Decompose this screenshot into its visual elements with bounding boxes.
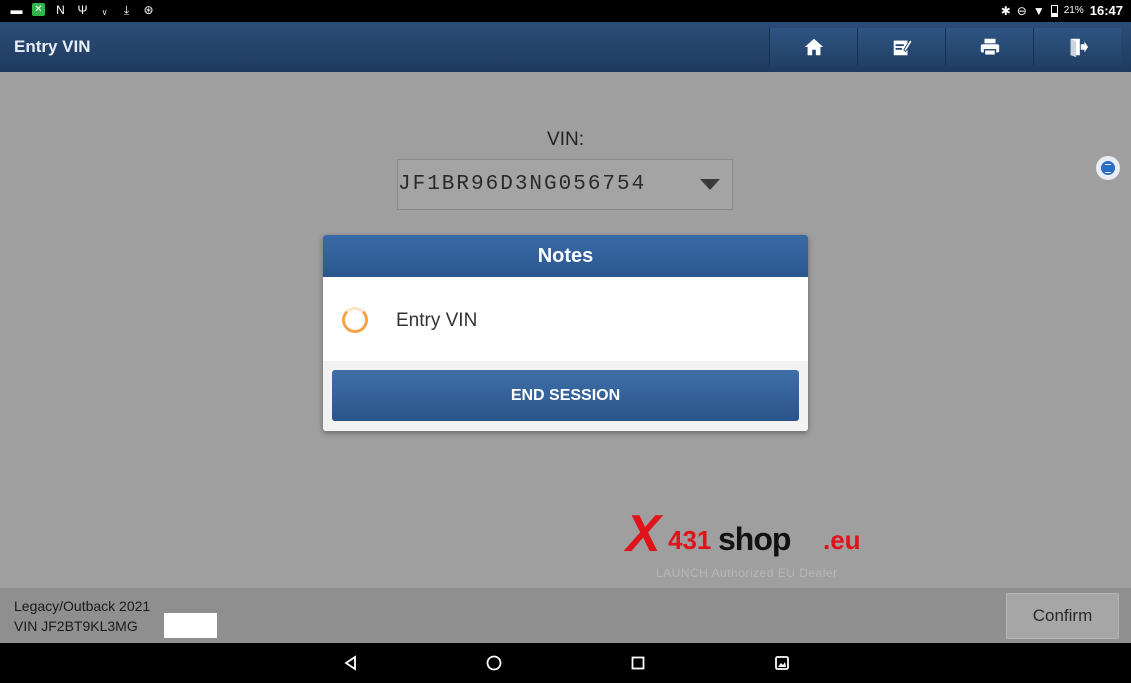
print-button[interactable] (945, 28, 1033, 66)
bluetooth-badge-icon: ⊛ (143, 2, 154, 17)
dialog-body: Entry VIN (323, 277, 808, 361)
end-session-button[interactable]: END SESSION (332, 370, 799, 421)
loading-spinner-icon (342, 307, 368, 333)
bluetooth-icon: ✱ (1000, 3, 1011, 18)
watermark-x: X (626, 505, 661, 563)
screenshot-button[interactable] (769, 651, 795, 675)
status-bar: ▬ ✕ N Ψ ᵥ ⤓ ⊛ ✱ ⊖ ▼ 21% 16:47 (0, 0, 1131, 22)
watermark-domain: .eu (823, 525, 861, 555)
recents-button[interactable] (625, 651, 651, 675)
home-icon (804, 38, 823, 56)
back-button[interactable] (338, 651, 364, 675)
home-button[interactable] (769, 28, 857, 66)
dialog-title: Notes (323, 235, 808, 277)
edit-icon (893, 38, 913, 56)
battery-percent: 21% (1063, 5, 1084, 16)
vehicle-vin: VIN JF2BT9KL3MG (14, 618, 138, 634)
dnd-icon: ⊖ (1016, 3, 1027, 18)
home-circle-icon (486, 655, 502, 671)
vin-dropdown[interactable]: JF1BR96D3NG056754 (397, 159, 733, 210)
vehicle-info-bar: Legacy/Outback 2021 VIN JF2BT9KL3MG Conf… (0, 588, 1131, 643)
clock: 16:47 (1089, 3, 1123, 18)
confirm-button[interactable]: Confirm (1006, 593, 1119, 639)
dialog-footer: END SESSION (323, 361, 808, 431)
vin-label: VIN: (547, 129, 584, 150)
recents-icon (631, 656, 645, 670)
signal-icon: ᵥ (102, 2, 107, 17)
home-nav-button[interactable] (481, 651, 507, 675)
watermark-logo: X 431 shop .eu LAUNCH Authorized EU Deal… (624, 500, 884, 586)
dialog-message: Entry VIN (396, 310, 478, 331)
status-icons: ▬ ✕ N Ψ ᵥ ⤓ ⊛ (10, 3, 155, 16)
edit-button[interactable] (857, 28, 945, 66)
dropdown-arrow-icon (700, 179, 720, 190)
app-icon: ✕ (32, 3, 45, 16)
screenshot-icon (775, 656, 789, 670)
image-icon: ▬ (10, 2, 23, 17)
exit-button[interactable] (1033, 28, 1121, 66)
wifi-icon: ▼ (1032, 3, 1045, 18)
app-header: Entry VIN (0, 22, 1131, 72)
usb-icon: Ψ (77, 2, 88, 17)
redaction-box (164, 613, 217, 638)
navigation-bar (0, 643, 1131, 683)
download-icon: ⤓ (123, 2, 130, 17)
back-icon (344, 655, 356, 671)
page-title: Entry VIN (14, 37, 91, 56)
document-icon (1101, 161, 1115, 175)
print-icon (980, 38, 999, 56)
vin-value: JF1BR96D3NG056754 (398, 173, 647, 196)
notes-dialog: Notes Entry VIN END SESSION (323, 235, 808, 431)
watermark-tagline: LAUNCH Authorized EU Dealer (656, 566, 838, 580)
watermark-shop: shop (718, 521, 791, 557)
status-system: ✱ ⊖ ▼ 21% 16:47 (1001, 3, 1123, 18)
exit-icon (1070, 38, 1088, 58)
notes-fab-button[interactable] (1096, 156, 1120, 180)
vehicle-name: Legacy/Outback 2021 (14, 598, 151, 614)
watermark-number: 431 (668, 525, 712, 555)
battery-icon (1050, 4, 1058, 17)
n-icon: N (56, 2, 65, 17)
